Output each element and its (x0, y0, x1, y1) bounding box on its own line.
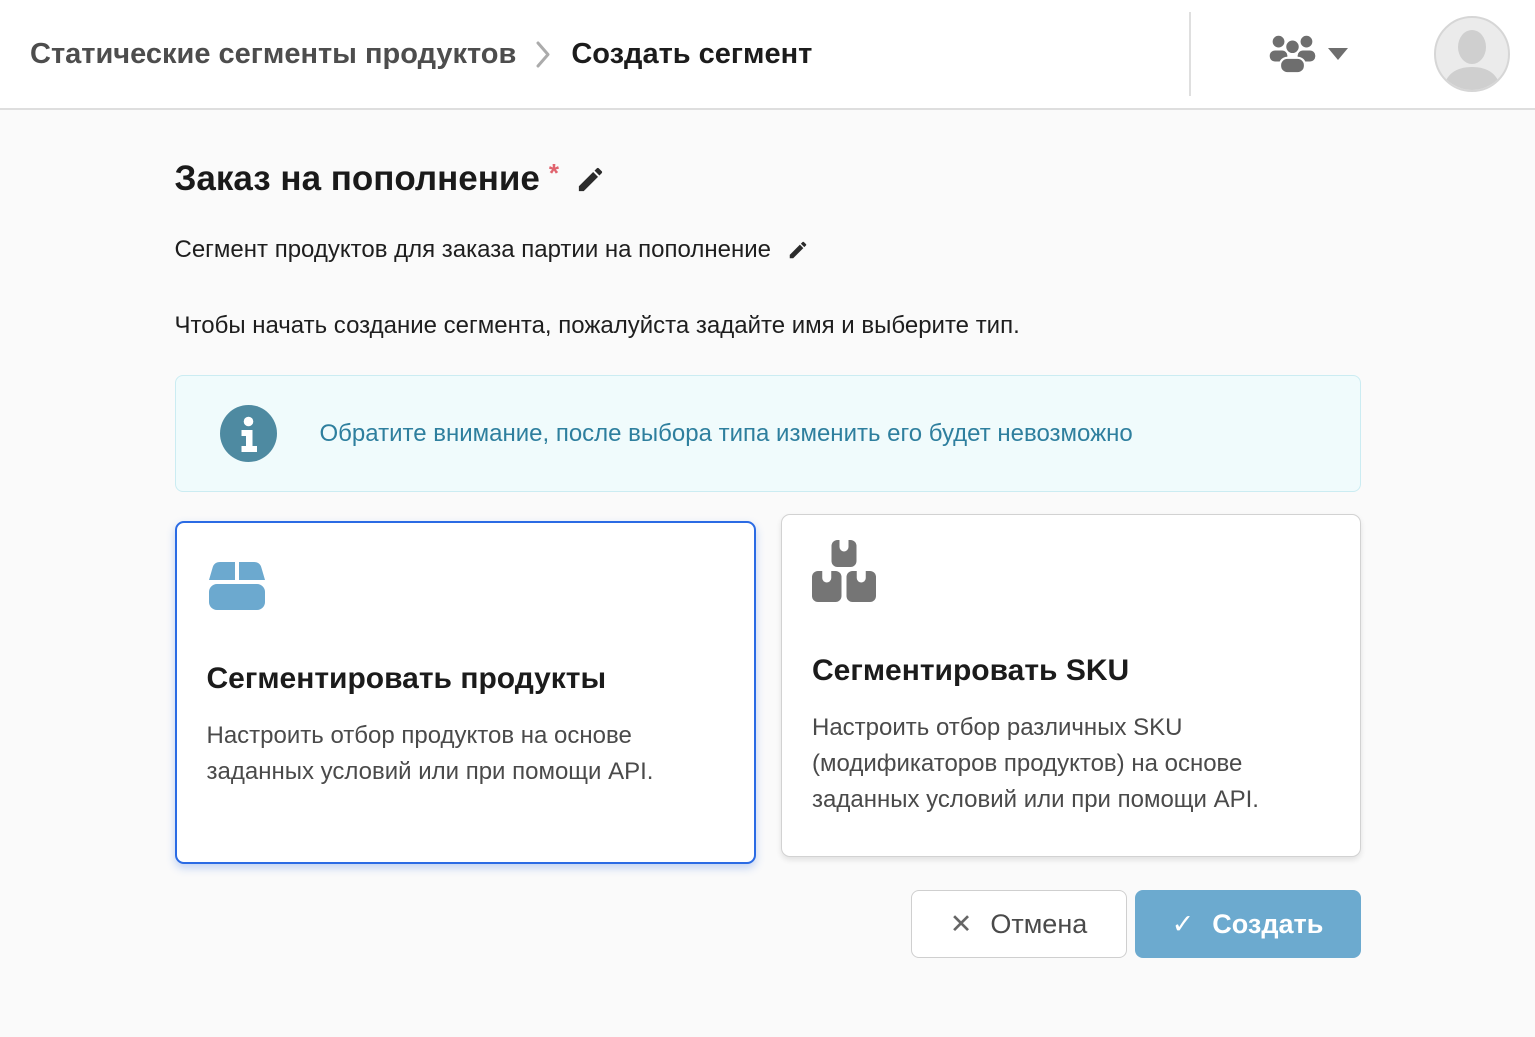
check-icon: ✓ (1172, 909, 1195, 940)
card-segment-sku[interactable]: Сегментировать SKU Настроить отбор разли… (781, 514, 1361, 857)
segment-type-cards: Сегментировать продукты Настроить отбор … (175, 514, 1361, 864)
card-segment-products[interactable]: Сегментировать продукты Настроить отбор … (175, 521, 757, 864)
notice-banner: Обратите внимание, после выбора типа изм… (175, 375, 1361, 492)
segment-description: Сегмент продуктов для заказа партии на п… (175, 236, 771, 264)
notice-text: Обратите внимание, после выбора типа изм… (320, 420, 1133, 448)
avatar[interactable] (1434, 16, 1510, 92)
users-icon (1269, 35, 1316, 74)
boxes-stacked-icon (812, 542, 1330, 602)
app-header: Статические сегменты продуктов Создать с… (0, 0, 1535, 110)
pencil-icon (787, 239, 809, 261)
cancel-button[interactable]: ✕ Отмена (911, 890, 1127, 958)
box-icon (207, 550, 725, 610)
cancel-button-label: Отмена (990, 909, 1087, 940)
close-icon: ✕ (950, 909, 973, 940)
card-description: Настроить отбор различных SKU (модификат… (812, 710, 1330, 818)
info-icon (220, 405, 277, 462)
breadcrumb-current: Создать сегмент (571, 38, 812, 71)
page-title: Заказ на пополнение (175, 158, 540, 200)
intro-text: Чтобы начать создание сегмента, пожалуйс… (175, 312, 1361, 340)
edit-description-button[interactable] (787, 239, 809, 261)
breadcrumb-parent-link[interactable]: Статические сегменты продуктов (30, 38, 516, 71)
header-divider (1189, 12, 1191, 96)
breadcrumb: Статические сегменты продуктов Создать с… (30, 38, 1189, 71)
main-content: Заказ на пополнение * Сегмент продуктов … (0, 110, 1535, 958)
edit-title-button[interactable] (575, 164, 606, 195)
chevron-right-icon (536, 41, 551, 68)
create-button[interactable]: ✓ Создать (1135, 890, 1361, 958)
card-description: Настроить отбор продуктов на основе зада… (207, 718, 725, 790)
card-title: Сегментировать продукты (207, 662, 725, 696)
caret-down-icon (1328, 48, 1348, 60)
pencil-icon (575, 164, 606, 195)
card-title: Сегментировать SKU (812, 654, 1330, 688)
required-marker: * (549, 158, 559, 186)
form-actions: ✕ Отмена ✓ Создать (175, 890, 1361, 958)
user-switcher-button[interactable] (1269, 35, 1348, 74)
create-button-label: Создать (1212, 909, 1323, 940)
